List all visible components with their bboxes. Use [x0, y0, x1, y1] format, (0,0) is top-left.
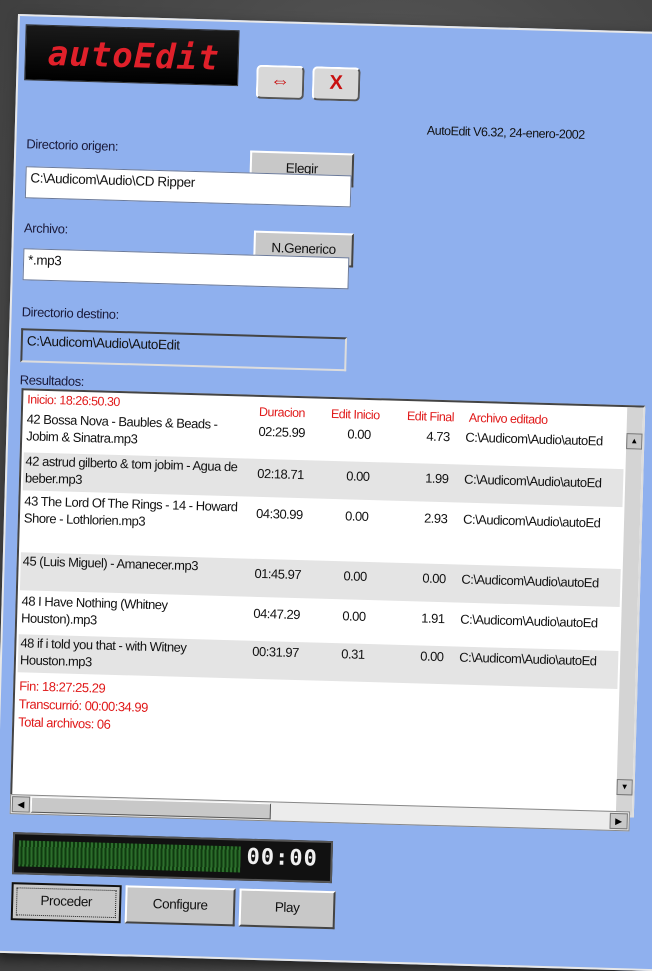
row-edit-end: 0.00	[420, 648, 444, 665]
row-path: C:\Audicom\Audio\autoEd	[463, 471, 602, 491]
row-file-name: 43 The Lord Of The Rings - 14 - Howard S…	[23, 493, 238, 529]
version-label: AutoEdit V6.32, 24-enero-2002	[426, 123, 585, 142]
row-file-name: 48 I Have Nothing (Whitney Houston).mp3	[20, 593, 168, 628]
row-file-name: 42 astrud gilberto & tom jobim - Agua de…	[24, 453, 238, 487]
row-file-name: 48 if i told you that - with Witney Hous…	[19, 635, 187, 670]
row-file-name: 42 Bossa Nova - Baubles & Beads - Jobim …	[26, 411, 218, 447]
row-edit-end: 4.73	[426, 428, 450, 445]
row-duration: 02:25.99	[258, 423, 306, 441]
proceed-button[interactable]: Proceder	[10, 882, 122, 924]
total-files: Total archivos: 06	[18, 714, 111, 732]
time-display: 00:00	[246, 844, 319, 872]
playback-meter: 00:00	[11, 832, 334, 884]
level-bar	[18, 840, 241, 873]
elapsed-time: Transcurrió: 00:00:34.99	[18, 696, 149, 715]
scroll-up-icon[interactable]: ▲	[626, 433, 643, 450]
row-path: C:\Audicom\Audio\autoEd	[462, 511, 601, 531]
row-file-name: 45 (Luis Miguel) - Amanecer.mp3	[22, 553, 199, 574]
end-time: Fin: 18:27:25.29	[19, 678, 106, 696]
scroll-right-icon[interactable]: ▶	[609, 812, 628, 830]
app-logo: autoEdit	[24, 24, 240, 87]
autoedit-window: autoEdit ⇔ X AutoEdit V6.32, 24-enero-20…	[0, 14, 652, 971]
row-edit-start: 0.00	[342, 608, 366, 624]
source-dir-label: Directorio origen:	[26, 136, 119, 154]
row-edit-start: 0.00	[343, 568, 367, 584]
row-edit-end: 2.93	[423, 510, 448, 527]
row-duration: 02:18.71	[257, 465, 305, 483]
row-edit-end: 1.99	[424, 470, 449, 487]
dest-dir-label: Directorio destino:	[21, 304, 120, 322]
row-duration: 00:31.97	[252, 643, 300, 661]
play-button[interactable]: Play	[238, 888, 336, 930]
row-edit-start: 0.00	[344, 508, 369, 524]
row-edit-start: 0.00	[346, 468, 370, 484]
close-button[interactable]: X	[311, 66, 361, 102]
row-path: C:\Audicom\Audio\autoEd	[465, 429, 603, 449]
scroll-left-icon[interactable]: ◀	[11, 796, 31, 813]
row-duration: 04:47.29	[253, 605, 301, 623]
results-label: Resultados:	[19, 372, 85, 389]
results-content: Inicio: 18:26:50.30 Duracion Edit Inicio…	[17, 390, 625, 732]
focus-ring	[15, 887, 117, 919]
row-edit-end: 1.91	[421, 610, 445, 627]
scroll-down-icon[interactable]: ▼	[616, 779, 633, 796]
row-path: C:\Audicom\Audio\autoEd	[461, 571, 599, 591]
results-list[interactable]: Inicio: 18:26:50.30 Duracion Edit Inicio…	[10, 388, 646, 818]
file-label: Archivo:	[23, 220, 68, 237]
row-edit-start: 0.00	[347, 426, 371, 443]
row-duration: 01:45.97	[254, 565, 302, 583]
start-time: Inicio: 18:26:50.30	[27, 392, 121, 409]
dest-dir-field: C:\Audicom\Audio\AutoEdit	[20, 328, 348, 372]
row-edit-end: 0.00	[422, 570, 446, 587]
row-duration: 04:30.99	[255, 505, 303, 523]
row-path: C:\Audicom\Audio\autoEd	[459, 649, 597, 669]
resize-button[interactable]: ⇔	[255, 64, 305, 101]
scroll-thumb[interactable]	[30, 796, 272, 820]
row-path: C:\Audicom\Audio\autoEd	[460, 611, 598, 631]
configure-button[interactable]: Configure	[124, 885, 236, 927]
row-edit-start: 0.31	[341, 646, 365, 662]
